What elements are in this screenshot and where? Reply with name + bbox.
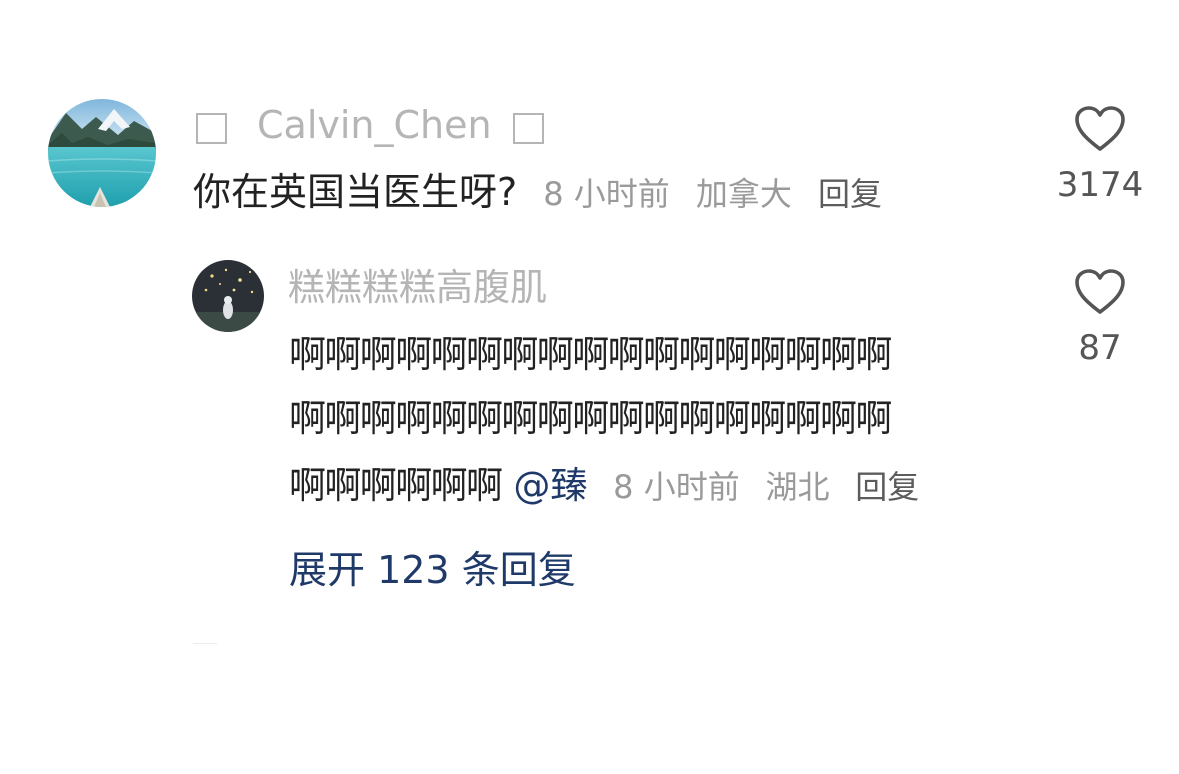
reply-text-line: 啊啊啊啊啊啊啊啊啊啊啊啊啊啊啊啊啊 xyxy=(289,333,892,376)
night-sky-figure-avatar-icon xyxy=(192,260,264,332)
reply-time: 8 小时前 xyxy=(613,468,740,506)
reply-text-tail: 啊啊啊啊啊啊 xyxy=(289,464,503,507)
comment-body: 你在英国当医生呀? 8 小时前 加拿大 回复 xyxy=(193,167,882,219)
reply-location: 湖北 xyxy=(765,468,830,506)
expand-replies-button[interactable]: 展开 123 条回复 xyxy=(289,545,576,595)
avatar[interactable] xyxy=(48,99,156,207)
comment-like-count: 3174 xyxy=(1056,165,1144,205)
avatar[interactable] xyxy=(192,260,264,332)
comment-reply-button[interactable]: 回复 xyxy=(818,175,882,213)
landscape-lake-avatar-icon xyxy=(48,99,156,207)
comment-location: 加拿大 xyxy=(695,175,792,213)
comment-username-text: Calvin_Chen xyxy=(257,103,492,147)
comment-time: 8 小时前 xyxy=(543,175,670,213)
reply-like-count: 87 xyxy=(1078,328,1122,368)
reply-text-line-last: 啊啊啊啊啊啊 @臻 8 小时前 湖北 回复 xyxy=(289,461,919,512)
comment-username[interactable]: Calvin_Chen xyxy=(196,100,544,150)
divider xyxy=(193,643,217,644)
unrendered-glyph-icon xyxy=(196,112,227,144)
reply-mention-link[interactable]: @臻 xyxy=(513,464,587,507)
reply-like-button[interactable]: 87 xyxy=(1055,268,1145,370)
comment-text: 你在英国当医生呀? xyxy=(193,170,518,214)
heart-outline-icon xyxy=(1075,106,1125,151)
heart-outline-icon xyxy=(1075,269,1125,314)
unrendered-glyph-icon xyxy=(512,112,544,144)
reply-text-line: 啊啊啊啊啊啊啊啊啊啊啊啊啊啊啊啊啊 xyxy=(289,397,892,440)
comment-like-button[interactable]: 3174 xyxy=(1055,105,1145,207)
reply-reply-button[interactable]: 回复 xyxy=(855,468,919,506)
reply-username[interactable]: 糕糕糕糕高腹肌 xyxy=(288,263,547,313)
